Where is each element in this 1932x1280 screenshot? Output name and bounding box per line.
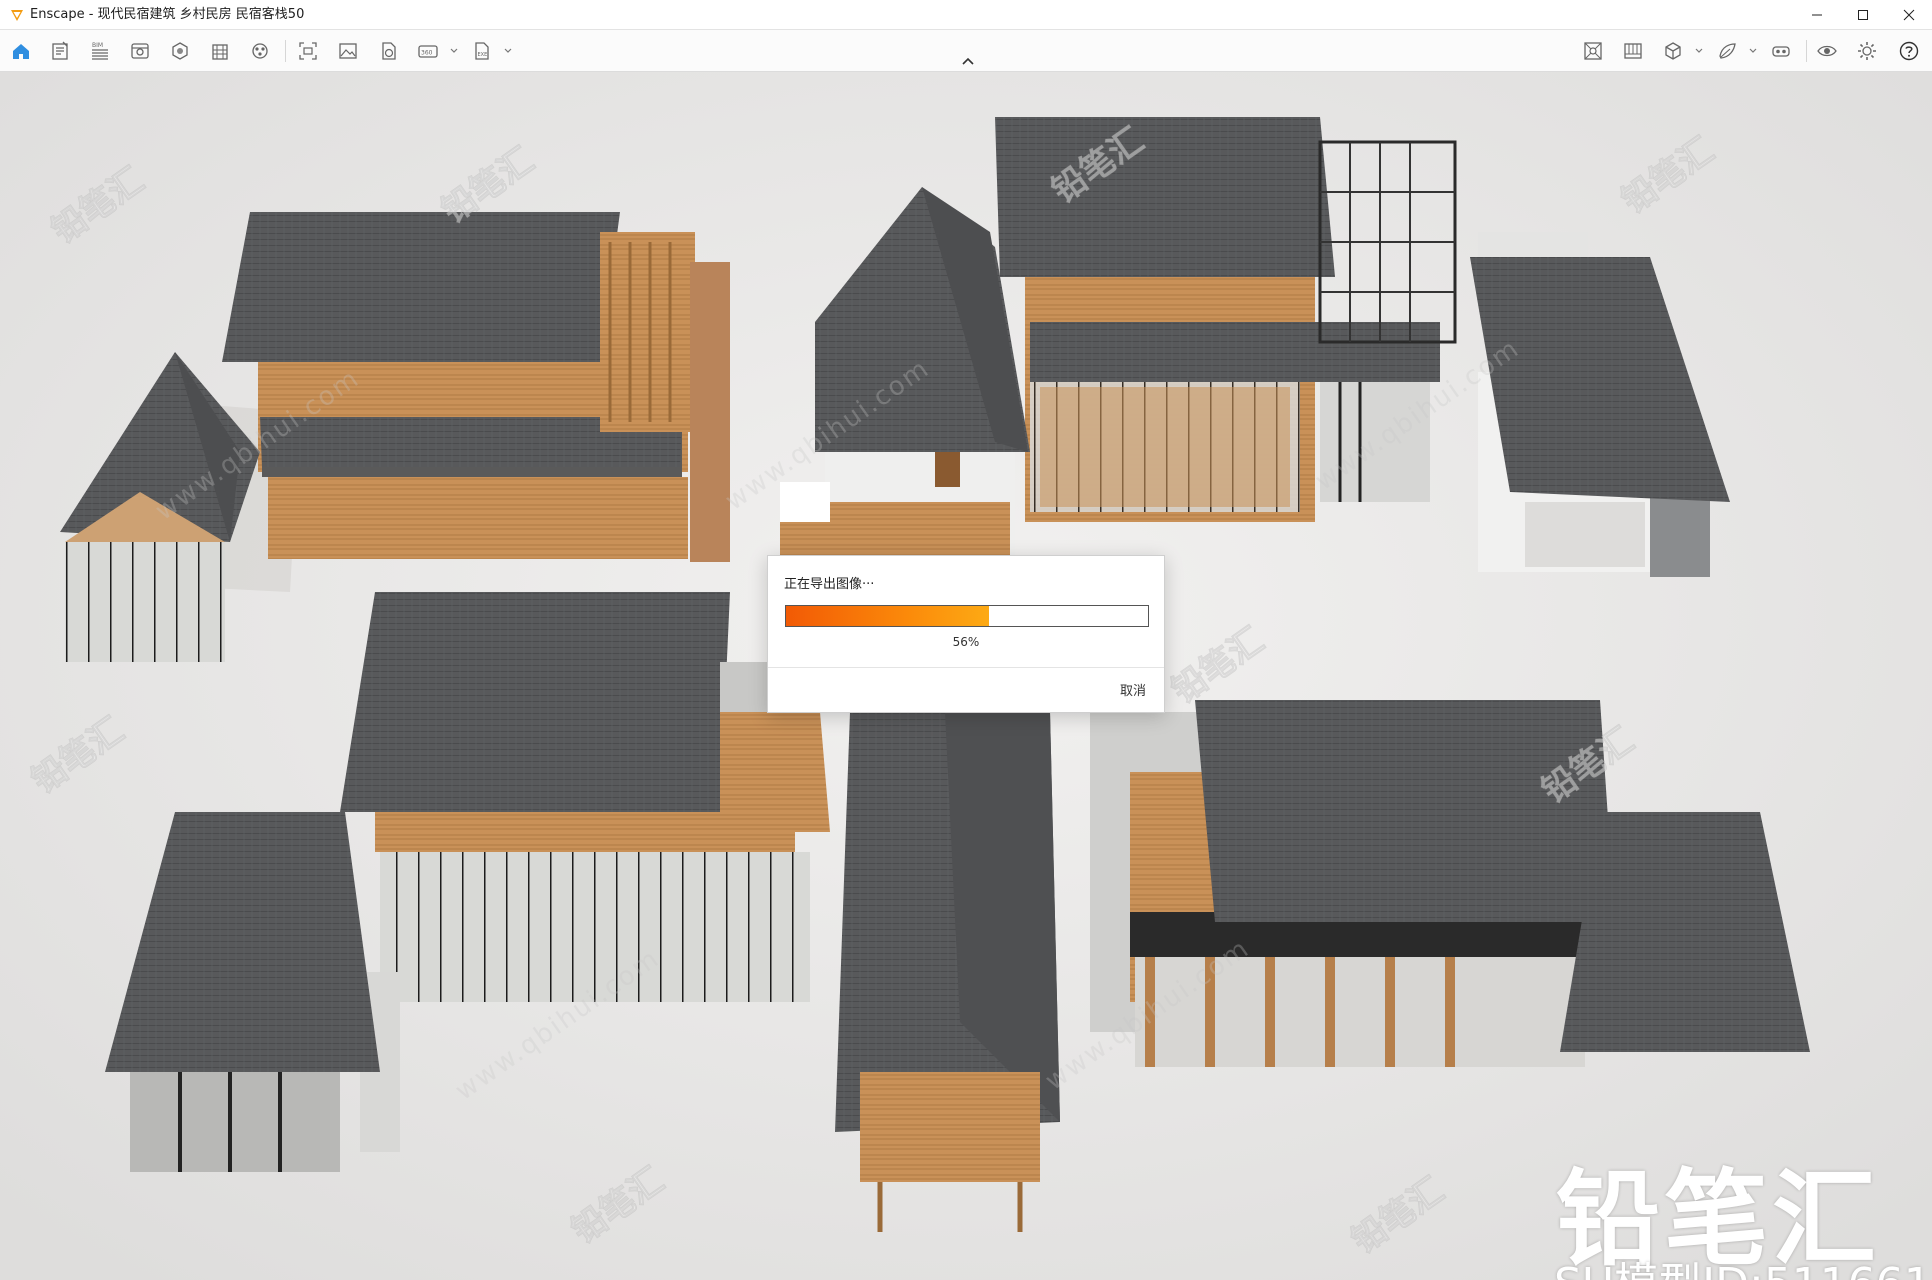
help-button[interactable] [1894, 36, 1924, 66]
minimize-icon [1812, 14, 1822, 16]
visibility-button[interactable] [1812, 36, 1842, 66]
progress-bar [785, 605, 1149, 627]
visual-settings-button[interactable] [165, 36, 195, 66]
export-progress-dialog: 正在导出图像··· 56% 取消 [767, 555, 1165, 713]
export-button[interactable]: EXE [467, 36, 497, 66]
material-button[interactable] [1712, 36, 1742, 66]
cube-button[interactable] [1658, 36, 1688, 66]
maximize-icon [1858, 10, 1868, 20]
map-button[interactable] [1578, 36, 1608, 66]
atmosphere-button[interactable] [245, 36, 275, 66]
view-button[interactable] [125, 36, 155, 66]
dialog-title: 正在导出图像··· [784, 577, 875, 592]
chevron-up-icon [962, 57, 974, 65]
settings-button[interactable] [1852, 36, 1882, 66]
svg-text:EXE: EXE [478, 52, 488, 58]
gallery-icon [1624, 43, 1642, 59]
export-dropdown[interactable] [503, 44, 513, 58]
building-icon [212, 44, 228, 60]
bim-button[interactable]: BIM [85, 36, 115, 66]
vr-button[interactable] [1766, 36, 1796, 66]
settings-icon [1858, 42, 1876, 60]
building-bottom-center [835, 712, 1060, 1232]
toolbar-collapse-toggle[interactable] [958, 54, 978, 68]
toolbar-separator [1806, 40, 1807, 62]
image-button[interactable] [333, 36, 363, 66]
help-icon [1899, 41, 1919, 61]
title-bar: Enscape - 现代民宿建筑 乡村民房 民宿客栈50 [0, 0, 1932, 30]
chevron-down-icon [504, 48, 512, 53]
upload-button[interactable] [373, 36, 403, 66]
minimize-button[interactable] [1794, 0, 1840, 30]
visual-settings-icon [172, 42, 188, 60]
material-dropdown[interactable] [1748, 44, 1758, 58]
home-icon [13, 44, 29, 59]
bim-icon: BIM [92, 42, 108, 60]
export-icon: EXE [475, 42, 489, 60]
map-icon [1584, 42, 1602, 60]
panorama-360-icon: 360 [418, 45, 438, 58]
toolbar-separator [285, 40, 286, 62]
eye-icon [1817, 45, 1837, 57]
cube-icon [1665, 42, 1681, 60]
close-icon [1903, 9, 1915, 21]
atmosphere-icon [252, 43, 268, 59]
upload-icon [382, 42, 396, 60]
image-icon [339, 43, 357, 59]
progress-bar-fill [786, 606, 989, 626]
window-title: Enscape - 现代民宿建筑 乡村民房 民宿客栈50 [30, 7, 305, 22]
material-icon [1719, 43, 1736, 59]
home-button[interactable] [6, 36, 36, 66]
view-icon [131, 43, 149, 59]
maximize-button[interactable] [1840, 0, 1886, 30]
document-icon [52, 41, 68, 60]
svg-text:BIM: BIM [92, 42, 103, 49]
gallery-button[interactable] [1618, 36, 1648, 66]
panorama-dropdown[interactable] [449, 44, 459, 58]
cube-dropdown[interactable] [1694, 44, 1704, 58]
screenshot-icon [299, 42, 317, 60]
panorama-button[interactable]: 360 [413, 36, 443, 66]
chevron-down-icon [1695, 48, 1703, 53]
enscape-logo-icon [11, 10, 23, 21]
watermark-model-id: SU模型ID:511661 [1554, 1248, 1932, 1280]
screenshot-button[interactable] [293, 36, 323, 66]
svg-text:360: 360 [421, 50, 433, 57]
cancel-button[interactable]: 取消 [1120, 680, 1146, 699]
vr-headset-icon [1772, 46, 1790, 57]
dialog-divider [768, 667, 1164, 668]
chevron-down-icon [1749, 48, 1757, 53]
document-button[interactable] [45, 36, 75, 66]
progress-percent: 56% [952, 635, 980, 649]
chevron-down-icon [450, 48, 458, 53]
close-button[interactable] [1886, 0, 1932, 30]
building-button[interactable] [205, 36, 235, 66]
